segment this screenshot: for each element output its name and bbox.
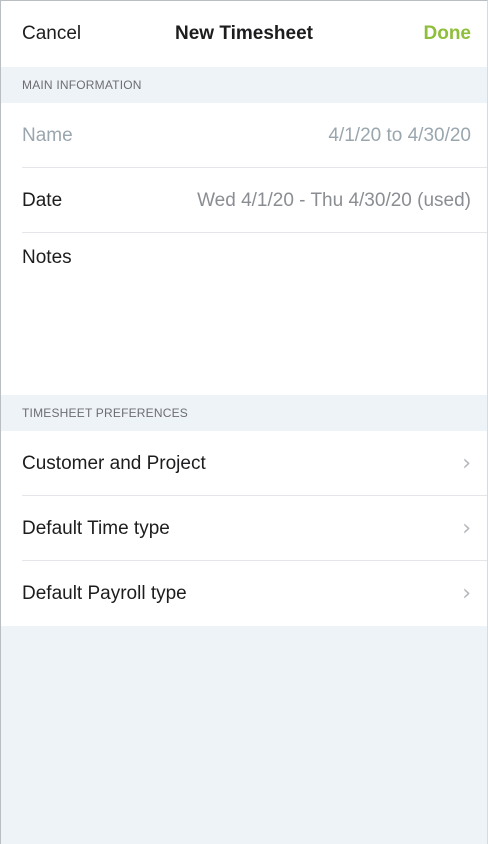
name-field[interactable]: Name 4/1/20 to 4/30/20 [1,103,487,168]
date-label: Date [22,189,63,211]
default-time-type-item[interactable]: Default Time type › [1,496,487,561]
done-button[interactable]: Done [424,23,472,45]
timesheet-screen: Cancel New Timesheet Done MAIN INFORMATI… [0,0,488,844]
main-information-group: Name 4/1/20 to 4/30/20 Date Wed 4/1/20 -… [1,103,487,395]
section-header-main-information: MAIN INFORMATION [1,67,487,103]
date-value[interactable]: Wed 4/1/20 - Thu 4/30/20 (used) [197,190,471,212]
timesheet-preferences-group: Customer and Project › Default Time type… [1,431,487,626]
chevron-right-icon: › [462,515,471,541]
chevron-right-icon: › [462,450,471,476]
section-header-timesheet-preferences: TIMESHEET PREFERENCES [1,395,487,431]
date-field[interactable]: Date Wed 4/1/20 - Thu 4/30/20 (used) [1,168,487,233]
customer-and-project-label: Customer and Project [22,452,206,474]
default-payroll-type-item[interactable]: Default Payroll type › [1,561,487,626]
cancel-button[interactable]: Cancel [22,23,81,45]
navigation-bar: Cancel New Timesheet Done [1,1,487,67]
notes-label: Notes [22,247,72,268]
notes-field[interactable]: Notes [1,233,487,395]
customer-and-project-item[interactable]: Customer and Project › [1,431,487,496]
default-time-type-label: Default Time type [22,517,170,539]
chevron-right-icon: › [462,580,471,606]
name-value[interactable]: 4/1/20 to 4/30/20 [328,125,471,147]
default-payroll-type-label: Default Payroll type [22,582,187,604]
name-label: Name [22,124,73,146]
